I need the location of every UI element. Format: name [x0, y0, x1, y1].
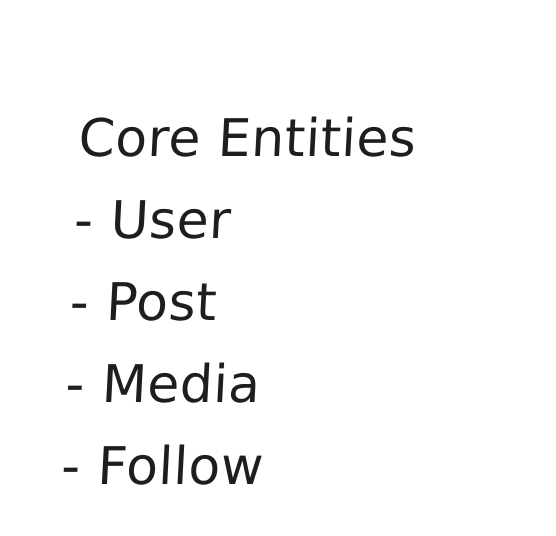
entity-item-media: - Media [64, 355, 263, 415]
text-note[interactable]: Core Entities - User - Post - Media - Fo… [59, 98, 418, 508]
entity-item-user: - User [72, 191, 233, 251]
entity-item-follow: - Follow [59, 437, 266, 497]
whiteboard-canvas: Core Entities - User - Post - Media - Fo… [0, 0, 556, 536]
note-heading: Core Entities [77, 109, 419, 169]
entity-item-post: - Post [68, 273, 219, 333]
